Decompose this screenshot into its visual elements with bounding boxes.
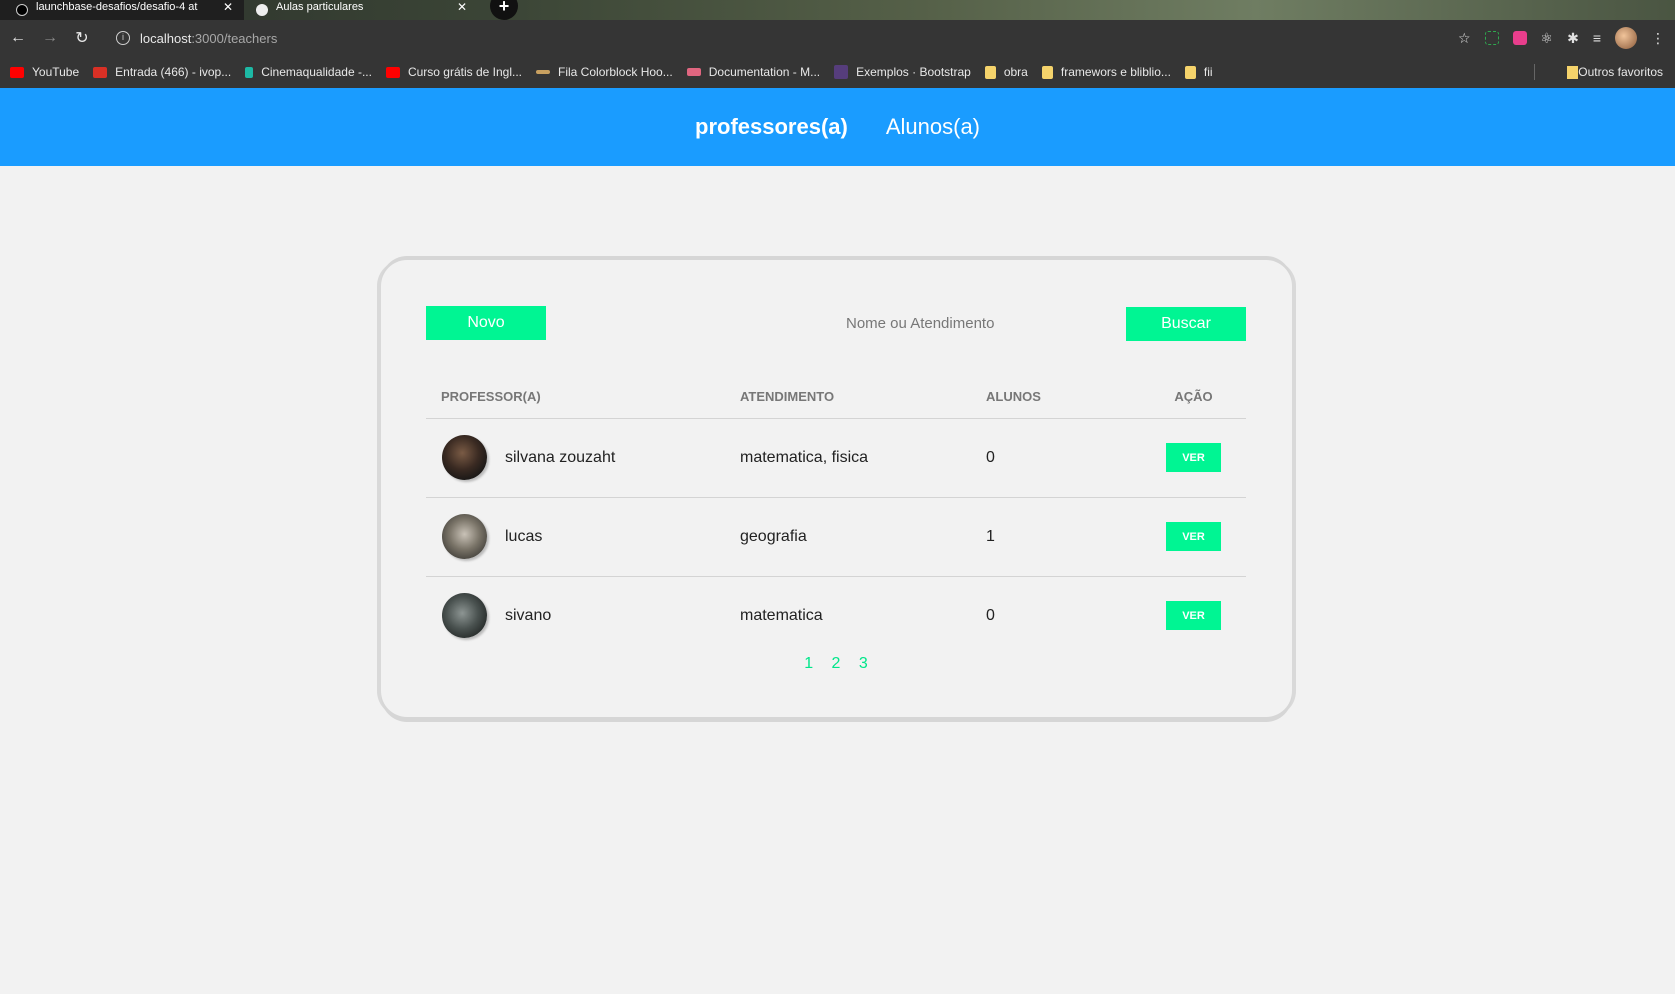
teacher-name: silvana zouzaht (505, 448, 616, 466)
gmail-icon (93, 66, 108, 78)
teacher-students-count: 0 (986, 606, 995, 624)
url-path: :3000/teachers (191, 30, 278, 46)
cinema-icon (245, 66, 254, 78)
table-row: sivano matematica 0 VER (426, 576, 1246, 655)
folder-icon (1184, 65, 1196, 79)
address-bar[interactable]: i localhost:3000/teachers (116, 31, 277, 46)
column-header-acao: AÇÃO (1141, 370, 1246, 419)
puzzle-icon[interactable]: ✱ (1567, 30, 1579, 47)
new-tab-button[interactable]: + (490, 0, 518, 20)
table-row: lucas geografia 1 VER (426, 497, 1246, 577)
close-icon[interactable]: ✕ (454, 0, 470, 14)
folder-icon (1041, 65, 1053, 79)
browser-tab-strip: launchbase-desafios/desafio-4 at ✕ Aulas… (0, 0, 1675, 20)
teachers-card: Novo Buscar PROFESSOR(A) ATENDIMENTO ALU… (381, 260, 1292, 717)
column-header-atendimento: ATENDIMENTO (740, 370, 986, 419)
teacher-info: sivano (442, 593, 740, 639)
fila-icon (536, 70, 551, 74)
menu-icon[interactable]: ⋮ (1651, 30, 1665, 47)
tab-title: Aulas particulares (276, 1, 364, 13)
folder-icon (1567, 65, 1579, 79)
avatar (442, 435, 487, 480)
bookmark-gmail[interactable]: Entrada (466) - ivop... (93, 65, 231, 79)
globe-icon (256, 4, 268, 16)
bookmarks-bar: YouTube Entrada (466) - ivop... Cinemaqu… (0, 56, 1675, 88)
bookmark-cinema[interactable]: Cinemaqualidade -... (245, 65, 372, 79)
bookmark-folder-fii[interactable]: fii (1184, 65, 1213, 79)
mdn-icon (686, 68, 701, 76)
view-button[interactable]: VER (1166, 522, 1221, 551)
search-button[interactable]: Buscar (1126, 307, 1246, 341)
youtube-icon (10, 66, 24, 78)
teacher-students-count: 1 (986, 497, 1141, 577)
tab-title: launchbase-desafios/desafio-4 at (36, 1, 198, 13)
teacher-info: silvana zouzaht (442, 435, 740, 480)
card-actions: Novo Buscar (426, 306, 1246, 341)
teacher-info: lucas (442, 514, 740, 559)
media-icon[interactable]: ≡ (1593, 30, 1601, 46)
url-host: localhost (140, 30, 192, 46)
bookmark-bootstrap[interactable]: Exemplos · Bootstrap (834, 65, 971, 79)
teacher-services: geografia (740, 497, 986, 577)
avatar[interactable] (1615, 27, 1637, 49)
bookmark-folder-frameworks[interactable]: framewors e bliblio... (1041, 65, 1171, 79)
bookmark-youtube[interactable]: YouTube (10, 65, 79, 79)
avatar (442, 514, 487, 559)
teachers-table: PROFESSOR(A) ATENDIMENTO ALUNOS AÇÃO sil… (426, 370, 1246, 655)
bookmark-curso[interactable]: Curso grátis de Ingl... (385, 65, 522, 79)
pagination: 1 2 3 (426, 655, 1246, 673)
teacher-students-count: 0 (986, 418, 1141, 498)
bookmark-other-favorites[interactable]: Outros favoritos (1567, 56, 1663, 88)
tab-launchbase[interactable]: launchbase-desafios/desafio-4 at ✕ (0, 0, 244, 20)
view-button[interactable]: VER (1166, 443, 1221, 472)
card-content: Novo Buscar PROFESSOR(A) ATENDIMENTO ALU… (426, 306, 1246, 673)
react-icon[interactable]: ⚛ (1541, 30, 1554, 47)
info-icon[interactable]: i (116, 31, 130, 45)
close-icon[interactable]: ✕ (220, 0, 236, 14)
search-input[interactable] (846, 308, 1146, 338)
column-header-alunos: ALUNOS (986, 370, 1141, 419)
folder-icon (984, 65, 996, 79)
github-icon (16, 4, 28, 16)
divider (1534, 64, 1535, 80)
extension-icon[interactable] (1484, 31, 1499, 45)
extension-icon[interactable] (1512, 31, 1527, 45)
page-link-2[interactable]: 2 (832, 655, 841, 672)
new-button[interactable]: Novo (426, 306, 546, 340)
bookmark-folder-obra[interactable]: obra (984, 65, 1028, 79)
nav-link-professores[interactable]: professores(a) (695, 114, 848, 140)
forward-arrow-icon[interactable]: → (34, 29, 66, 47)
youtube-icon (385, 66, 400, 78)
reload-icon[interactable]: ↻ (66, 28, 98, 48)
view-button[interactable]: VER (1166, 601, 1221, 631)
bookmark-documentation[interactable]: Documentation - M... (686, 65, 820, 79)
teacher-name: lucas (505, 527, 543, 545)
page-link-3[interactable]: 3 (859, 655, 868, 672)
app-header: professores(a) Alunos(a) (0, 88, 1675, 166)
tab-aulas-particulares[interactable]: Aulas particulares ✕ (246, 0, 478, 20)
toolbar-actions: ☆ ⚛ ✱ ≡ ⋮ (1458, 20, 1665, 56)
column-header-professor: PROFESSOR(A) (426, 370, 740, 419)
page-link-1[interactable]: 1 (804, 655, 813, 672)
teacher-name: sivano (505, 606, 552, 624)
avatar (442, 593, 487, 639)
table-header-row: PROFESSOR(A) ATENDIMENTO ALUNOS AÇÃO (426, 370, 1246, 419)
back-arrow-icon[interactable]: ← (2, 29, 34, 47)
bookmark-fila[interactable]: Fila Colorblock Hoo... (536, 65, 673, 79)
nav-link-alunos[interactable]: Alunos(a) (886, 114, 980, 140)
teacher-services: matematica (740, 606, 823, 624)
star-icon[interactable]: ☆ (1458, 30, 1471, 47)
table-row: silvana zouzaht matematica, fisica 0 VER (426, 418, 1246, 498)
teacher-services: matematica, fisica (740, 418, 986, 498)
bootstrap-icon (834, 65, 849, 79)
browser-toolbar: ← → ↻ i localhost:3000/teachers ☆ ⚛ ✱ ≡ … (0, 20, 1675, 56)
